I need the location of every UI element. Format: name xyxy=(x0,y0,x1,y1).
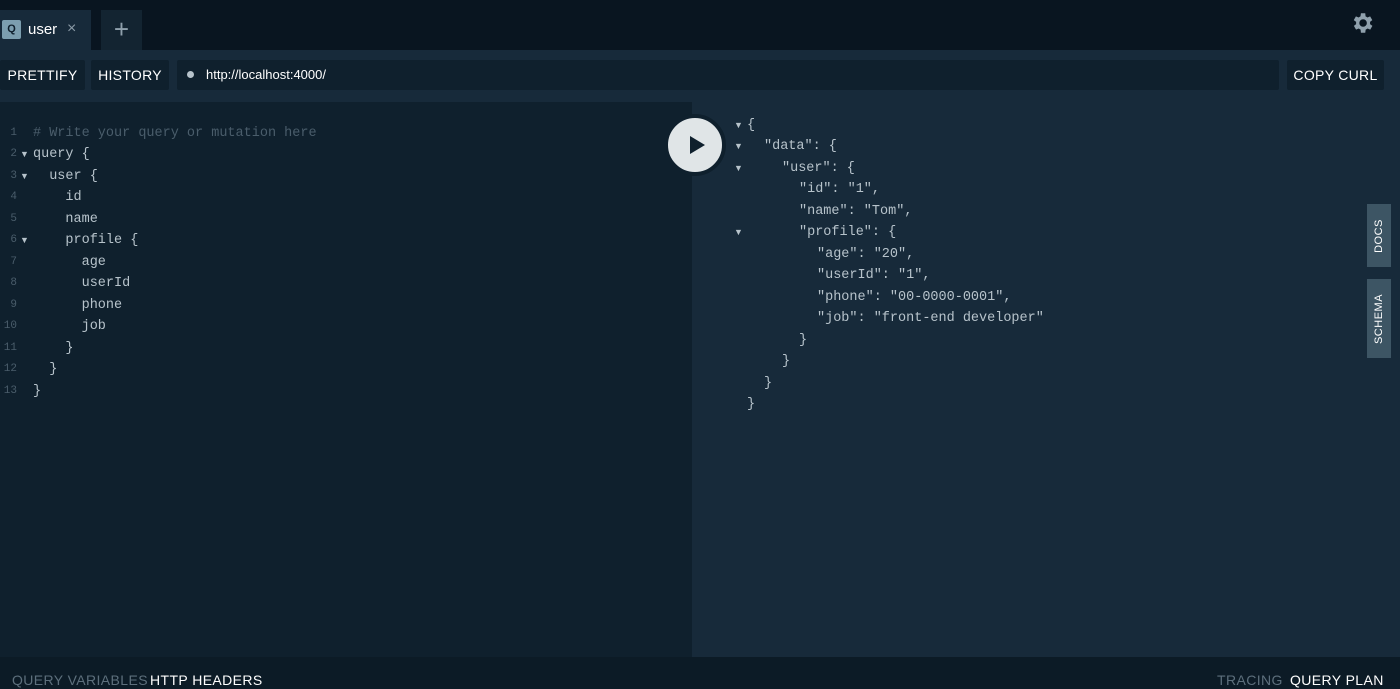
result-line: } xyxy=(747,397,756,412)
line-number: 8 xyxy=(10,277,17,289)
result-line: } xyxy=(799,333,808,348)
query-badge-icon: Q xyxy=(2,20,21,39)
query-variables-tab[interactable]: QUERY VARIABLES xyxy=(12,672,148,688)
fold-arrow-icon[interactable]: ▼ xyxy=(734,158,743,179)
line-number: 1 xyxy=(10,127,17,139)
code-line: userId xyxy=(33,276,131,291)
line-number: 10 xyxy=(3,320,17,332)
result-viewer[interactable]: ▼ { ▼ "data": { ▼ "user": { "id": "1", "… xyxy=(692,102,1400,657)
result-line: "id": "1", xyxy=(799,182,881,197)
add-tab-button[interactable]: + xyxy=(101,10,142,50)
fold-arrow-icon[interactable]: ▼ xyxy=(20,166,29,187)
status-dot-icon xyxy=(187,71,194,78)
code-line: profile { xyxy=(33,233,139,248)
code-line: user { xyxy=(33,169,98,184)
code-line: } xyxy=(33,362,58,377)
copy-curl-button[interactable]: COPY CURL xyxy=(1287,60,1384,90)
tab-user[interactable]: Q user × xyxy=(0,10,91,50)
code-line: query { xyxy=(33,147,90,162)
result-line: "age": "20", xyxy=(817,247,915,262)
code-line: } xyxy=(33,341,74,356)
line-number: 9 xyxy=(10,299,17,311)
line-number: 13 xyxy=(3,385,17,397)
line-number: 4 xyxy=(10,191,17,203)
result-line: "name": "Tom", xyxy=(799,204,913,219)
close-icon[interactable]: × xyxy=(67,20,76,38)
line-number: 7 xyxy=(10,256,17,268)
line-number: 6 xyxy=(10,234,17,246)
schema-tab-label: SCHEMA xyxy=(1373,293,1385,344)
line-number: 11 xyxy=(3,342,17,354)
result-line: } xyxy=(782,354,791,369)
prettify-button[interactable]: PRETTIFY xyxy=(0,60,85,90)
result-line: } xyxy=(764,376,773,391)
play-icon xyxy=(690,136,705,154)
result-line: "userId": "1", xyxy=(817,268,931,283)
line-number: 12 xyxy=(3,363,17,375)
result-line: "phone": "00-0000-0001", xyxy=(817,290,1012,305)
docs-tab-label: DOCS xyxy=(1373,218,1385,253)
run-query-button[interactable] xyxy=(664,114,726,176)
fold-arrow-icon[interactable]: ▼ xyxy=(734,115,743,136)
gear-icon[interactable] xyxy=(1349,10,1375,36)
code-line: } xyxy=(33,384,42,399)
bottom-bar: QUERY VARIABLES HTTP HEADERS TRACING QUE… xyxy=(0,657,1400,689)
fold-arrow-icon[interactable]: ▼ xyxy=(734,222,743,243)
result-line: "data": { xyxy=(764,139,837,154)
tab-bar: Q user × + xyxy=(0,0,1400,50)
toolbar: PRETTIFY HISTORY http://localhost:4000/ … xyxy=(0,50,1400,102)
code-line: age xyxy=(33,255,106,270)
fold-arrow-icon[interactable]: ▼ xyxy=(20,230,29,251)
line-number: 5 xyxy=(10,213,17,225)
endpoint-url-input[interactable]: http://localhost:4000/ xyxy=(177,60,1279,90)
fold-arrow-icon[interactable]: ▼ xyxy=(734,136,743,157)
result-line: "profile": { xyxy=(799,225,897,240)
tracing-tab[interactable]: TRACING xyxy=(1217,672,1283,688)
http-headers-tab[interactable]: HTTP HEADERS xyxy=(150,672,263,688)
result-line: "job": "front-end developer" xyxy=(817,311,1044,326)
code-line: phone xyxy=(33,298,123,313)
docs-tab[interactable]: DOCS xyxy=(1367,204,1391,267)
history-button[interactable]: HISTORY xyxy=(91,60,169,90)
code-line: name xyxy=(33,212,98,227)
code-line: # Write your query or mutation here xyxy=(33,126,317,141)
schema-tab[interactable]: SCHEMA xyxy=(1367,279,1391,358)
line-number: 3 xyxy=(10,170,17,182)
code-line: job xyxy=(33,319,106,334)
endpoint-url: http://localhost:4000/ xyxy=(206,67,326,82)
query-plan-tab[interactable]: QUERY PLAN xyxy=(1290,672,1384,688)
fold-arrow-icon[interactable]: ▼ xyxy=(20,144,29,165)
line-number: 2 xyxy=(10,148,17,160)
result-line: "user": { xyxy=(782,161,855,176)
code-line: id xyxy=(33,190,82,205)
result-line: { xyxy=(747,118,756,133)
tab-label: user xyxy=(28,21,58,38)
query-editor[interactable]: 1 # Write your query or mutation here 2 … xyxy=(0,102,692,657)
